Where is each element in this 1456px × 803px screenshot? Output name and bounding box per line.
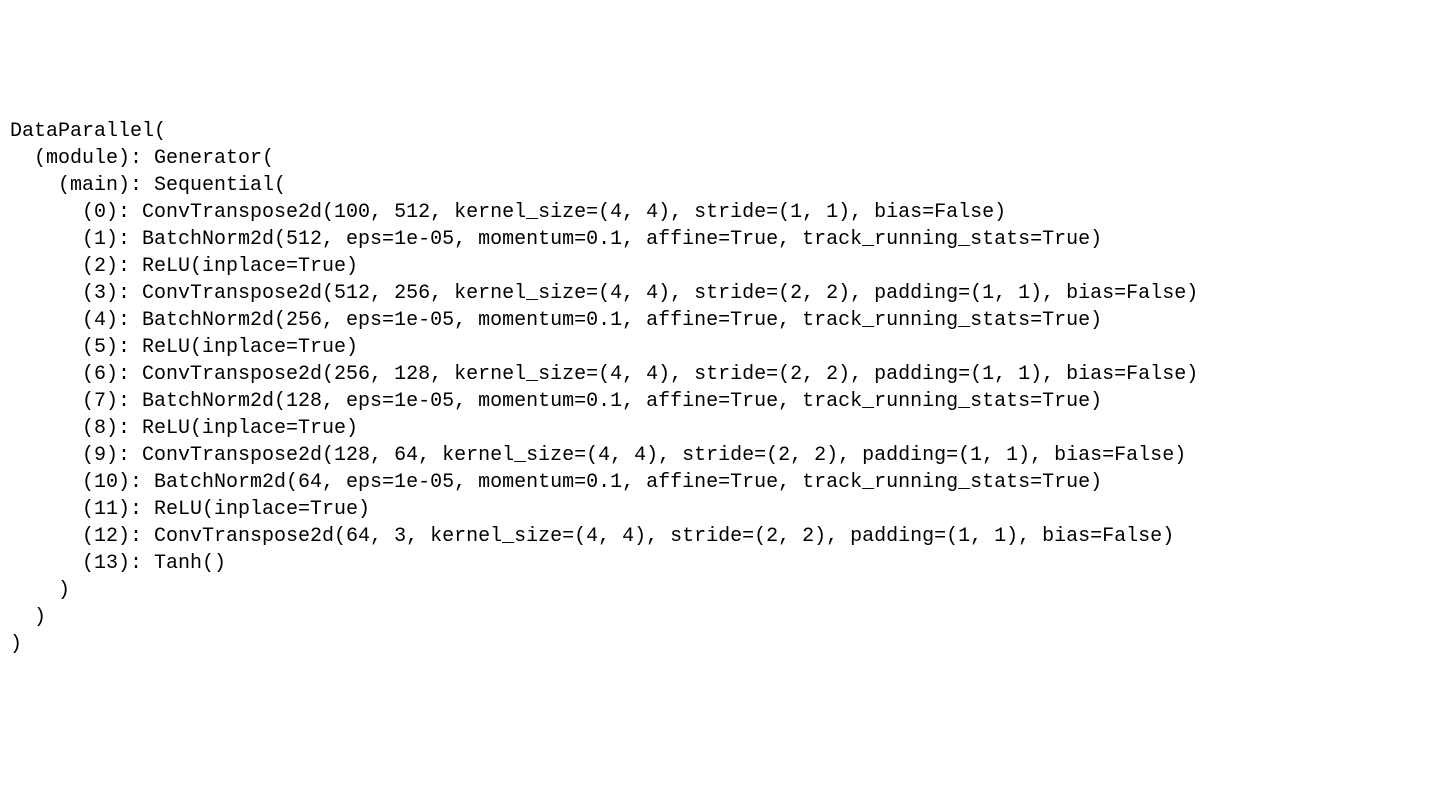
model-repr: DataParallel( (module): Generator( (main… <box>10 118 1446 658</box>
